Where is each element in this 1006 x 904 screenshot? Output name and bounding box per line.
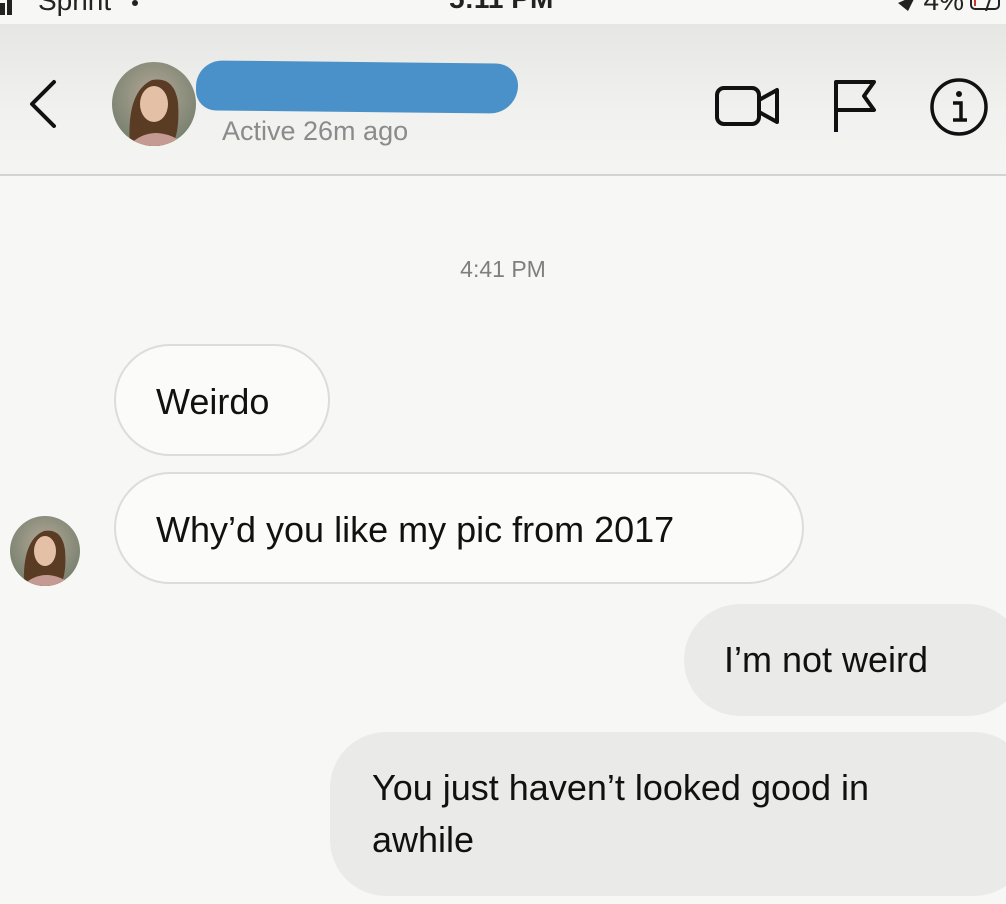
info-icon bbox=[930, 78, 988, 136]
message-timestamp: 4:41 PM bbox=[460, 256, 546, 282]
message-text: Why’d you like my pic from 2017 bbox=[156, 509, 675, 550]
message-bubble-incoming[interactable]: Why’d you like my pic from 2017 bbox=[114, 472, 804, 584]
contact-name-redacted bbox=[195, 60, 519, 114]
carrier-name: Sprint bbox=[38, 0, 112, 16]
info-button[interactable] bbox=[928, 76, 990, 138]
flag-icon bbox=[834, 80, 876, 132]
video-camera-icon bbox=[715, 86, 779, 126]
message-text: I’m not weird bbox=[724, 639, 929, 680]
video-call-button[interactable] bbox=[714, 80, 782, 132]
message-text: Weirdo bbox=[156, 381, 270, 422]
status-time: 5:11 PM bbox=[449, 0, 553, 15]
message-bubble-incoming[interactable]: Weirdo bbox=[114, 344, 330, 456]
active-status: Active 26m ago bbox=[222, 116, 409, 146]
carrier-group: Sprint bbox=[0, 0, 149, 18]
chevron-left-icon bbox=[30, 80, 56, 128]
sender-avatar[interactable] bbox=[10, 516, 80, 586]
contact-avatar[interactable] bbox=[112, 62, 196, 146]
message-bubble-outgoing[interactable]: You just haven’t looked good in awhile bbox=[330, 732, 1006, 896]
battery-percent: 4% bbox=[923, 0, 964, 16]
message-bubble-outgoing[interactable]: I’m not weird bbox=[684, 604, 1006, 716]
wifi-icon bbox=[121, 0, 149, 18]
status-bar: Sprint 5:11 PM 4% bbox=[0, 0, 1006, 24]
battery-group: 4% bbox=[896, 0, 1006, 18]
message-text: You just haven’t looked good in awhile bbox=[372, 767, 870, 860]
signal-icon bbox=[0, 0, 28, 15]
report-button[interactable] bbox=[826, 76, 886, 136]
back-button[interactable] bbox=[18, 72, 68, 132]
location-icon bbox=[896, 0, 918, 18]
chat-header: Active 26m ago bbox=[0, 24, 1006, 176]
battery-icon bbox=[970, 0, 1006, 18]
